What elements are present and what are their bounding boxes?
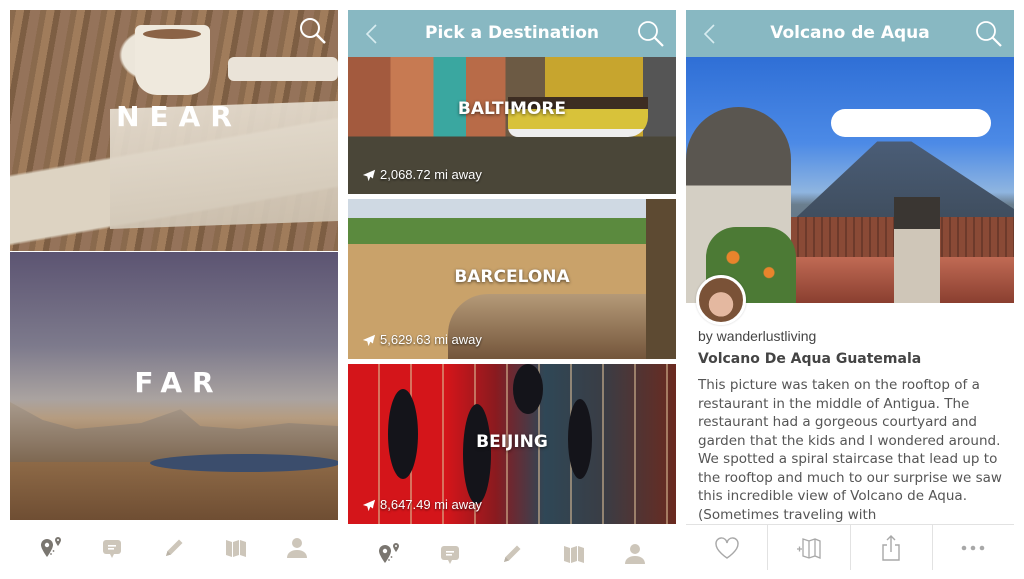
pick-destination-screen: Pick a Destination BALTIMORE 2,068.72 mi…	[348, 10, 676, 579]
destination-card-baltimore[interactable]: BALTIMORE 2,068.72 mi away	[348, 57, 676, 194]
mountain-ridge-image	[10, 402, 338, 462]
distance-label: 5,629.63 mi away	[362, 332, 482, 347]
near-option[interactable]: NEAR	[10, 10, 338, 251]
tab-bar	[10, 526, 338, 570]
far-label: FAR	[134, 366, 224, 399]
share-button[interactable]	[851, 525, 933, 570]
tab-destinations[interactable]	[36, 533, 66, 563]
tab-profile[interactable]	[282, 533, 312, 563]
search-icon[interactable]	[298, 16, 328, 46]
coffee-cup-image	[135, 25, 210, 95]
tab-map[interactable]	[559, 539, 589, 569]
airplane-icon	[362, 334, 376, 346]
city-name: BARCELONA	[454, 267, 570, 287]
tab-write[interactable]	[497, 539, 527, 569]
search-icon[interactable]	[636, 19, 666, 49]
map-icon	[225, 540, 246, 557]
tower-image	[894, 197, 940, 303]
near-far-screen: NEAR FAR	[10, 10, 338, 579]
distance-value: 2,068.72 mi away	[380, 167, 482, 182]
far-option[interactable]: FAR	[10, 252, 338, 520]
phone-image	[228, 57, 338, 81]
city-name: BALTIMORE	[457, 99, 567, 119]
more-icon	[962, 545, 985, 550]
chat-bubble-icon	[103, 540, 122, 558]
like-button[interactable]	[686, 525, 769, 570]
tab-profile[interactable]	[620, 539, 650, 569]
search-icon[interactable]	[974, 19, 1004, 49]
pencil-icon	[165, 539, 183, 556]
destinations-pin-icon	[378, 543, 399, 563]
near-label: NEAR	[116, 100, 242, 133]
tab-bar	[348, 532, 676, 576]
tab-map[interactable]	[221, 533, 251, 563]
tab-messages[interactable]	[97, 533, 127, 563]
tab-write[interactable]	[159, 533, 189, 563]
page-title: Pick a Destination	[424, 23, 599, 43]
chat-bubble-icon	[441, 546, 460, 564]
more-button[interactable]	[933, 525, 1014, 570]
airplane-icon	[362, 169, 376, 181]
add-to-map-button[interactable]	[768, 525, 851, 570]
action-bar	[686, 524, 1014, 570]
tab-destinations[interactable]	[374, 539, 404, 569]
profile-icon	[287, 538, 308, 558]
distance-label: 8,647.49 mi away	[362, 497, 482, 512]
destination-card-barcelona[interactable]: BARCELONA 5,629.63 mi away	[348, 199, 676, 359]
scorpion-image	[463, 404, 491, 504]
airplane-icon	[362, 499, 376, 511]
destination-card-beijing[interactable]: BEIJING 8,647.49 mi away	[348, 364, 676, 524]
distance-value: 8,647.49 mi away	[380, 497, 482, 512]
city-name: BEIJING	[476, 432, 548, 452]
post-detail-screen: Volcano de Aqua by wanderlustliving Volc…	[686, 10, 1014, 579]
heart-icon	[714, 536, 739, 559]
add-to-map-icon	[796, 537, 821, 559]
post-photo[interactable]	[686, 57, 1014, 303]
page-title: Volcano de Aqua	[770, 23, 930, 43]
map-icon	[563, 546, 584, 563]
profile-icon	[625, 544, 646, 564]
share-icon	[882, 534, 900, 561]
nav-header: Pick a Destination	[348, 10, 676, 57]
destinations-pin-icon	[40, 537, 61, 557]
author-avatar[interactable]	[696, 275, 746, 325]
distance-label: 2,068.72 mi away	[362, 167, 482, 182]
author-byline[interactable]: by wanderlustliving	[698, 328, 816, 344]
lake-image	[150, 454, 338, 472]
distance-value: 5,629.63 mi away	[380, 332, 482, 347]
tab-messages[interactable]	[435, 539, 465, 569]
park-bench-image	[448, 294, 676, 359]
pencil-icon	[503, 545, 521, 562]
post-body: This picture was taken on the rooftop of…	[698, 377, 1002, 522]
cloud-image	[831, 109, 991, 137]
post-title: Volcano De Aqua Guatemala	[698, 351, 922, 367]
nav-header: Volcano de Aqua	[686, 10, 1014, 57]
scorpion-image	[513, 364, 543, 414]
